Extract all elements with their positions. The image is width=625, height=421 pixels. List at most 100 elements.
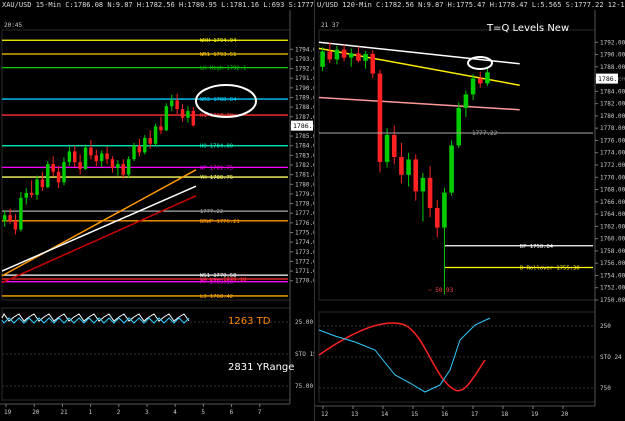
price-tick-label: 1771.00 — [295, 268, 314, 275]
price-tick-label: 1789.00 — [295, 95, 314, 102]
candle-body — [51, 164, 55, 172]
candle-body — [463, 94, 469, 108]
price-tick-label: 1760.00 — [600, 236, 625, 243]
price-tick-label: 1770.00 — [295, 278, 314, 285]
price-tick-label: 1790.00 — [600, 52, 625, 59]
current-price-tag: 1786.08 — [293, 122, 314, 130]
candle-body — [78, 162, 82, 169]
candle-body — [132, 145, 136, 160]
current-price-tag: 1786.08 — [598, 75, 625, 83]
candle-body — [67, 151, 72, 163]
price-tick-label: 1784.00 — [600, 88, 625, 95]
price-tick-label: 1791.00 — [295, 75, 314, 82]
time-tick-label: 17 — [471, 411, 479, 418]
price-chart-15min[interactable]: 20:45 1794.00 1793.00 1792.00 1791.00 1790.00… — [0, 0, 314, 421]
time-tick-label: 12 — [321, 411, 329, 418]
oscillator-line-cyan — [318, 317, 491, 393]
price-tick-label: 1782.00 — [295, 162, 314, 169]
level-label: L3 1768.42 — [200, 294, 233, 300]
candle-body — [143, 138, 147, 153]
candle-body — [170, 100, 174, 107]
price-tick-label: 1768.00 — [600, 187, 625, 194]
candle-body — [399, 157, 404, 175]
candle-body — [456, 107, 462, 146]
price-tick-label: 1774.00 — [295, 239, 314, 246]
candle-body — [341, 49, 347, 58]
price-tick-label: 1778.00 — [295, 201, 314, 208]
time-tick-label: 20 — [561, 411, 569, 418]
candle-body — [62, 162, 66, 183]
price-tick-label: 1773.00 — [295, 249, 314, 256]
price-tick-label: 1756.00 — [600, 260, 625, 267]
price-tick-label: 1784.00 — [295, 143, 314, 150]
oscillator-axis-label: STO 15 — [295, 351, 314, 358]
candle-body — [110, 159, 115, 168]
oscillator-axis-label: 75.00 — [295, 383, 313, 390]
candle-body — [148, 138, 152, 144]
candle-body — [384, 134, 390, 162]
time-tick-label: 1 — [89, 409, 93, 416]
price-tick-label: 1762.00 — [600, 223, 625, 230]
level-label: WR3 1788.84 — [200, 97, 237, 103]
price-tick-label: 1776.00 — [600, 137, 625, 144]
price-tick-label: 1787.00 — [295, 114, 314, 121]
level-label: WP 1781.75 — [200, 165, 233, 171]
chart-window-15min[interactable]: XAU/USD 15-Min C:1786.08 N:9.87 H:1782.5… — [0, 0, 315, 421]
candle-body — [2, 215, 7, 221]
price-tick-label: 1752.00 — [600, 285, 625, 292]
candle-body — [24, 192, 28, 198]
candle-body — [8, 215, 12, 221]
candle-body — [83, 147, 88, 169]
candle-body — [29, 192, 34, 195]
levels-note: T=Q Levels New — [487, 23, 570, 34]
price-tick-label: 1794.00 — [295, 46, 314, 53]
candle-body — [334, 49, 340, 60]
time-tick-label: 18 — [501, 411, 509, 418]
candle-body — [420, 177, 426, 192]
candle-body — [377, 73, 383, 162]
oscillator-axis-label: STO 24 — [600, 354, 622, 361]
price-tick-label: 1792.00 — [295, 66, 314, 73]
level-label: D Rollover 1755.30 — [520, 265, 580, 271]
level-label: DP 1758.84 — [520, 244, 554, 250]
level-label: YH 1780.75 — [200, 175, 233, 181]
level-label: BRWP 1776.21 — [200, 219, 240, 225]
candle-body — [73, 151, 77, 163]
time-tick-label: 15 — [411, 411, 419, 418]
oscillator-axis-label: 750 — [600, 385, 611, 392]
candle-body — [56, 171, 61, 183]
time-tick-label: 2 — [117, 409, 121, 416]
price-tick-label: 1772.00 — [600, 162, 625, 169]
candle-body — [391, 134, 397, 158]
candle-body — [470, 78, 476, 95]
oscillator-axis-label: 250 — [600, 323, 611, 330]
candle-body — [89, 147, 93, 156]
price-pane — [318, 29, 596, 301]
candle-body — [137, 145, 142, 153]
candle-body — [13, 220, 18, 230]
candle-body — [406, 159, 411, 175]
time-tick-label: 5 — [201, 409, 205, 416]
price-tick-label: 1766.00 — [600, 199, 625, 206]
candle-body — [116, 164, 120, 168]
candle-body — [105, 153, 109, 160]
price-tick-label: 1776.00 — [295, 220, 314, 227]
price-tick-label: 1775.00 — [295, 230, 314, 237]
level-label: PP 1769.90 — [200, 280, 233, 286]
time-tick-label: 21 — [60, 409, 68, 416]
candle-body — [449, 145, 454, 193]
time-tick-label: 14 — [381, 411, 389, 418]
pivot-label: 1777.22 — [472, 130, 498, 137]
candle-body — [99, 153, 104, 162]
candle-body — [434, 207, 440, 228]
price-tick-label: 1781.00 — [295, 172, 314, 179]
candle-body — [164, 106, 169, 131]
candle-body — [413, 159, 419, 192]
price-tick-label: 1785.00 — [295, 133, 314, 140]
candle-body — [19, 197, 23, 230]
price-tick-label: 1788.00 — [295, 104, 314, 111]
candle-body — [180, 109, 185, 118]
chart-window-120min[interactable]: U/USD 120-Min C:1782.56 N:9.87 H:1775.47… — [315, 0, 625, 421]
candle-body — [35, 179, 39, 195]
price-chart-120min[interactable]: 21 371792.001790.001788.001786.001784.00… — [315, 0, 625, 421]
